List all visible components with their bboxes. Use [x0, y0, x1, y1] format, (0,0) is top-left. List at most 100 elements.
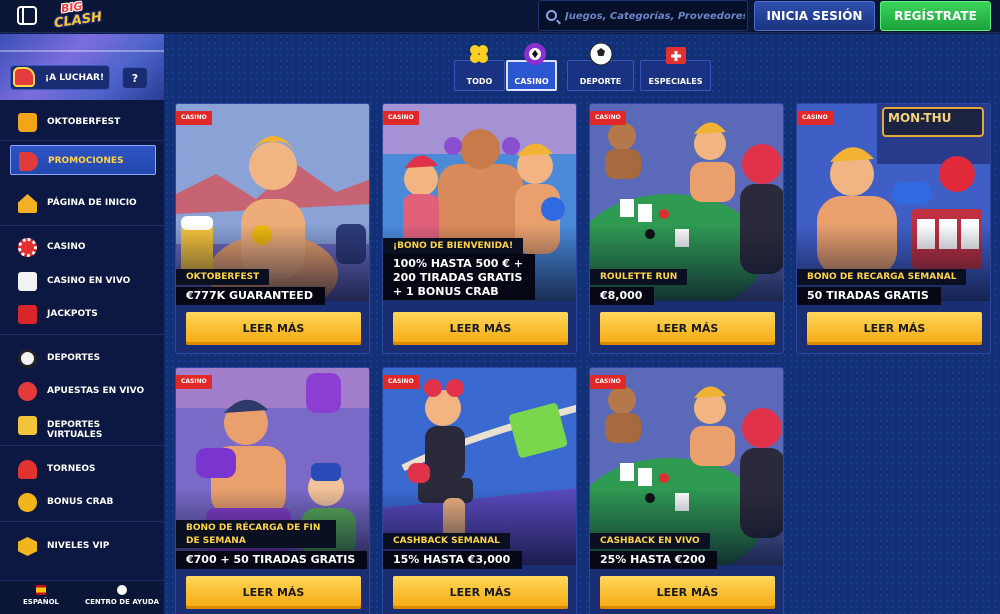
promo-card-roulette-run[interactable]: CASINO ROULETTE RUN €8,000 LEER MÁS [589, 103, 784, 354]
promo-offer: 15% HASTA €3,000 [383, 551, 523, 569]
category-badge: CASINO [176, 111, 212, 125]
sidebar-item-jackpots[interactable]: JACKPOTS [10, 299, 156, 329]
promo-offer: €700 + 50 TIRADAS GRATIS [176, 551, 368, 569]
promo-title: BONO DE RECARGA SEMANAL [797, 269, 967, 285]
promo-card-weekly-cashback[interactable]: CASINO CASHBACK SEMANAL 15% HASTA €3,000… [382, 367, 577, 614]
promo-card-weekend-reload[interactable]: CASINO BONO DE RÉCARGA DE FIN DE SEMANA … [175, 367, 370, 614]
sidebar-item-label: PÁGINA DE INICIO [47, 198, 137, 208]
promo-title: CASHBACK SEMANAL [383, 533, 510, 549]
promo-offer: 100% HASTA 500 € + 200 TIRADAS GRATIS + … [383, 254, 535, 300]
trophy-icon [18, 460, 37, 479]
help-button[interactable]: ? [122, 67, 148, 89]
virtual-ticket-icon [18, 416, 37, 435]
beer-mug-icon [18, 113, 37, 132]
sidebar: ¡A LUCHAR! ? OKTOBERFEST PROMOCIONES PÁG… [0, 34, 164, 614]
brand-logo[interactable]: BIG CLASH [53, 0, 105, 32]
promo-offer: €8,000 [590, 287, 655, 305]
spain-flag-icon [36, 585, 46, 595]
sevens-icon [18, 305, 37, 324]
read-more-button[interactable]: LEER MÁS [600, 312, 775, 345]
tab-label: CASINO [514, 76, 549, 86]
read-more-button[interactable]: LEER MÁS [600, 576, 775, 609]
category-badge: CASINO [590, 375, 626, 389]
promotions-main: TODO CASINO DEPORTE ESPECIALES CASINO OK… [164, 34, 1000, 614]
read-more-button[interactable]: LEER MÁS [393, 312, 568, 345]
category-badge: CASINO [176, 375, 212, 389]
sidebar-item-label: OKTOBERFEST [47, 117, 121, 127]
sidebar-item-label: CASINO [47, 242, 86, 252]
sidebar-item-label: TORNEOS [47, 464, 96, 474]
sidebar-item-label: DEPORTES [47, 353, 101, 363]
promo-title: BONO DE RÉCARGA DE FIN DE SEMANA [176, 520, 336, 548]
category-badge: CASINO [383, 375, 419, 389]
login-button[interactable]: INICIA SESIÓN [754, 1, 875, 31]
soccer-ball-icon [589, 42, 613, 66]
help-center-label: CENTRO DE AYUDA [84, 598, 160, 606]
promo-offer: €777K GUARANTEED [176, 287, 325, 305]
sidebar-item-oktoberfest[interactable]: OKTOBERFEST [10, 107, 156, 137]
search-input[interactable] [565, 6, 745, 26]
read-more-button[interactable]: LEER MÁS [393, 576, 568, 609]
search-icon [546, 10, 557, 21]
sidebar-item-deportes[interactable]: DEPORTES [10, 343, 156, 373]
sidebar-item-label: BONUS CRAB [47, 497, 114, 507]
register-button[interactable]: REGÍSTRATE [880, 1, 991, 31]
category-badge: CASINO [590, 111, 626, 125]
soccer-ball-icon [18, 349, 37, 368]
promo-title: CASHBACK EN VIVO [590, 533, 710, 549]
sidebar-item-virtual-sports[interactable]: DEPORTES VIRTUALES [10, 410, 156, 440]
sidebar-item-casino[interactable]: CASINO [10, 232, 156, 262]
sidebar-item-label: CASINO EN VIVO [47, 276, 131, 286]
tab-label: DEPORTE [579, 76, 622, 86]
schedule-sign: MON-THU [888, 111, 952, 125]
first-aid-icon [666, 47, 686, 64]
tab-label: TODO [466, 76, 493, 86]
promo-card-weekly-reload[interactable]: MON-THU CASINO BONO DE RECARGA SEMANAL 5… [796, 103, 991, 354]
category-badge: CASINO [383, 111, 419, 125]
sidebar-item-label: PROMOCIONES [48, 156, 124, 166]
sidebar-divider [0, 445, 164, 446]
poker-chip-icon [524, 43, 546, 65]
language-label: ESPAÑOL [23, 598, 59, 606]
vip-badge-icon [18, 537, 37, 556]
help-center-link[interactable]: CENTRO DE AYUDA [84, 585, 160, 614]
live-play-icon [18, 382, 37, 401]
promo-card-oktoberfest[interactable]: CASINO OKTOBERFEST €777K GUARANTEED LEER… [175, 103, 370, 354]
sidebar-item-tournaments[interactable]: TORNEOS [10, 454, 156, 484]
sidebar-footer: ESPAÑOL CENTRO DE AYUDA [0, 580, 164, 614]
sidebar-item-label: JACKPOTS [47, 309, 98, 319]
home-icon [18, 194, 37, 213]
sidebar-item-bonus-crab[interactable]: BONUS CRAB [10, 487, 156, 517]
read-more-button[interactable]: LEER MÁS [186, 312, 361, 345]
boxing-glove-icon [13, 67, 35, 87]
poker-chip-icon [18, 238, 37, 257]
ring-rope-decoration [0, 50, 164, 52]
search-box [538, 0, 748, 31]
sidebar-toggle-icon[interactable] [17, 6, 37, 25]
sidebar-item-live-casino[interactable]: CASINO EN VIVO [10, 266, 156, 296]
question-icon [117, 585, 127, 595]
megaphone-icon [19, 152, 38, 171]
logo-line-2: CLASH [53, 9, 103, 32]
sidebar-divider [0, 521, 164, 522]
sidebar-item-label: APUESTAS EN VIVO [47, 386, 145, 396]
top-bar: BIG CLASH INICIA SESIÓN REGÍSTRATE [0, 0, 1000, 33]
promo-title: OKTOBERFEST [176, 269, 270, 285]
sidebar-item-home[interactable]: PÁGINA DE INICIO [10, 188, 156, 218]
promo-offer: 25% HASTA €200 [590, 551, 718, 569]
promo-title: ROULETTE RUN [590, 269, 688, 285]
sidebar-item-label: DEPORTES VIRTUALES [47, 420, 103, 440]
sidebar-item-vip-levels[interactable]: NIVELES VIP [10, 531, 156, 561]
read-more-button[interactable]: LEER MÁS [807, 312, 982, 345]
language-selector[interactable]: ESPAÑOL [18, 585, 64, 614]
crab-coin-icon [18, 493, 37, 512]
fight-banner: ¡A LUCHAR! ? [0, 34, 164, 100]
sidebar-divider [0, 140, 164, 141]
promo-card-welcome-bonus[interactable]: CASINO ¡BONO DE BIENVENIDA! 100% HASTA 5… [382, 103, 577, 354]
category-badge: CASINO [797, 111, 833, 125]
sidebar-item-live-betting[interactable]: APUESTAS EN VIVO [10, 376, 156, 406]
promo-title: ¡BONO DE BIENVENIDA! [383, 238, 524, 254]
promo-card-live-cashback[interactable]: CASINO CASHBACK EN VIVO 25% HASTA €200 L… [589, 367, 784, 614]
read-more-button[interactable]: LEER MÁS [186, 576, 361, 609]
sidebar-item-promociones[interactable]: PROMOCIONES [10, 145, 156, 175]
